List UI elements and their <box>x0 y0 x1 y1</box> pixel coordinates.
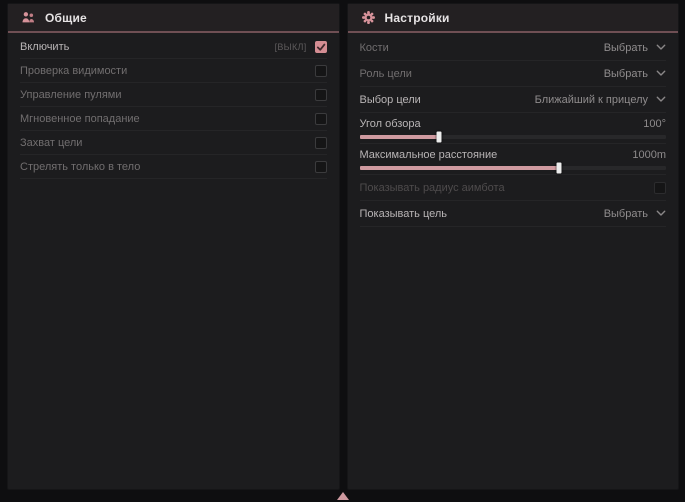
settings-row[interactable]: Роль цели Выбрать <box>360 61 667 87</box>
settings-row[interactable]: Управление пулями <box>20 83 327 107</box>
dropdown[interactable]: Ближайший к прицелу <box>535 94 666 106</box>
settings-row[interactable]: Показывать цель Выбрать <box>360 201 667 227</box>
row-label: Проверка видимости <box>20 65 127 77</box>
checkbox[interactable] <box>315 65 327 77</box>
settings-row[interactable]: Кости Выбрать <box>360 35 667 61</box>
row-label: Мгновенное попадание <box>20 113 140 125</box>
row-label: Кости <box>360 42 389 54</box>
dropdown-value: Выбрать <box>604 68 648 80</box>
chevron-down-icon <box>656 70 666 77</box>
checkbox[interactable] <box>315 113 327 125</box>
slider-thumb[interactable] <box>556 163 561 174</box>
chevron-down-icon <box>656 44 666 51</box>
row-label: Показывать радиус аимбота <box>360 182 505 194</box>
checkbox[interactable] <box>654 182 666 194</box>
row-label: Показывать цель <box>360 208 448 220</box>
panel-general: Общие Включить [ВЫКЛ] Проверка видимости… <box>8 4 339 489</box>
checkbox[interactable] <box>315 41 327 53</box>
panel-general-header: Общие <box>8 4 339 33</box>
settings-row: Максимальное расстояние 1000m <box>360 144 667 175</box>
dropdown[interactable]: Выбрать <box>604 68 666 80</box>
general-rows: Включить [ВЫКЛ] Проверка видимости Управ… <box>8 33 339 179</box>
checkbox[interactable] <box>315 89 327 101</box>
row-label: Выбор цели <box>360 94 421 106</box>
hotkey-state-label: [ВЫКЛ] <box>275 42 307 52</box>
settings-row[interactable]: Захват цели <box>20 131 327 155</box>
settings-row[interactable]: Мгновенное попадание <box>20 107 327 131</box>
dropdown-value: Ближайший к прицелу <box>535 94 648 106</box>
checkbox[interactable] <box>315 137 327 149</box>
row-label: Управление пулями <box>20 89 122 101</box>
settings-rows: Кости Выбрать Роль цели Выбрать Выбор це… <box>348 33 679 227</box>
row-label: Включить <box>20 41 69 53</box>
row-label: Угол обзора <box>360 118 421 130</box>
slider-fill <box>360 135 440 139</box>
settings-row[interactable]: Показывать радиус аимбота <box>360 175 667 201</box>
panel-title: Настройки <box>385 11 450 25</box>
panel-settings-header: Настройки <box>348 4 679 33</box>
settings-row[interactable]: Выбор цели Ближайший к прицелу <box>360 87 667 113</box>
dropdown[interactable]: Выбрать <box>604 208 666 220</box>
row-label: Роль цели <box>360 68 412 80</box>
row-label: Стрелять только в тело <box>20 161 140 173</box>
settings-row[interactable]: Стрелять только в тело <box>20 155 327 179</box>
settings-row[interactable]: Включить [ВЫКЛ] <box>20 35 327 59</box>
slider-value: 100° <box>643 118 666 130</box>
chevron-down-icon <box>656 210 666 217</box>
panel-settings: Настройки Кости Выбрать Роль цели Выбрат… <box>348 4 679 489</box>
group-icon <box>21 10 36 25</box>
slider-track[interactable] <box>360 135 667 139</box>
panel-title: Общие <box>45 11 87 25</box>
slider-value: 1000m <box>632 149 666 161</box>
slider-thumb[interactable] <box>437 132 442 143</box>
settings-window: Общие Включить [ВЫКЛ] Проверка видимости… <box>0 0 685 489</box>
dropdown-value: Выбрать <box>604 42 648 54</box>
dropdown-value: Выбрать <box>604 208 648 220</box>
check-icon <box>316 42 326 52</box>
slider-fill <box>360 166 559 170</box>
settings-row: Угол обзора 100° <box>360 113 667 144</box>
checkbox[interactable] <box>315 161 327 173</box>
row-label: Захват цели <box>20 137 82 149</box>
slider-track[interactable] <box>360 166 667 170</box>
gear-icon <box>361 10 376 25</box>
settings-row[interactable]: Проверка видимости <box>20 59 327 83</box>
row-label: Максимальное расстояние <box>360 149 498 161</box>
dropdown[interactable]: Выбрать <box>604 42 666 54</box>
chevron-down-icon <box>656 96 666 103</box>
scroll-up-arrow-icon[interactable] <box>337 492 349 500</box>
